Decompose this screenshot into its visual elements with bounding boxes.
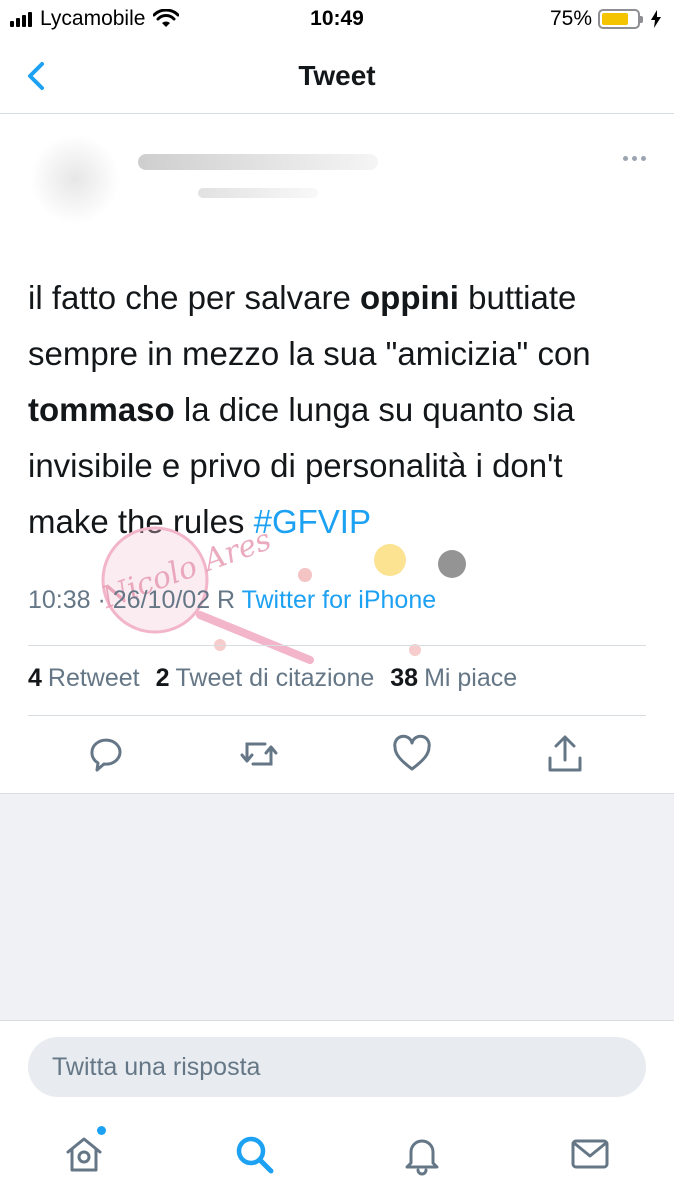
- avatar[interactable]: [30, 134, 120, 224]
- likes-stat[interactable]: 38 Mi piace: [390, 664, 517, 693]
- new-tweets-indicator: [97, 1126, 106, 1135]
- notifications-icon: [405, 1139, 439, 1176]
- author-name-redacted: [138, 154, 378, 170]
- tweet-date: 26/10/02 R: [112, 586, 236, 614]
- more-options-button[interactable]: [623, 156, 646, 161]
- meta-separator: ·: [90, 586, 113, 614]
- reply-input[interactable]: Twitta una risposta: [28, 1037, 646, 1097]
- battery-percent: 75%: [549, 7, 592, 30]
- charging-icon: [651, 10, 661, 28]
- battery-fill: [602, 13, 628, 25]
- status-bar: Lycamobile 10:49 75%: [0, 0, 674, 40]
- replies-area: [0, 793, 674, 1021]
- reply-placeholder: Twitta una risposta: [52, 1052, 261, 1081]
- divider: [28, 715, 646, 716]
- share-icon: [548, 735, 582, 772]
- retweet-icon: [240, 742, 278, 766]
- tab-notifications[interactable]: [400, 1132, 444, 1176]
- more-icon: [623, 156, 628, 161]
- divider: [28, 645, 646, 646]
- tweet-text: il fatto che per salvare oppini buttiate…: [28, 270, 648, 550]
- reply-button[interactable]: [84, 732, 128, 776]
- nav-bar: Tweet: [0, 40, 674, 114]
- share-button[interactable]: [543, 732, 587, 776]
- tab-home[interactable]: [62, 1126, 106, 1176]
- retweets-stat[interactable]: 4 Retweet: [28, 664, 140, 693]
- author-handle-redacted: [198, 188, 318, 198]
- tweet-client-link[interactable]: Twitter for iPhone: [242, 586, 437, 614]
- status-right: 75%: [550, 7, 662, 31]
- search-icon: [236, 1136, 274, 1174]
- like-icon: [393, 734, 431, 771]
- tweet-text-part: il fatto che per salvare: [28, 279, 360, 316]
- page-title: Tweet: [298, 60, 376, 91]
- tweet-author[interactable]: [28, 130, 648, 230]
- battery-icon: [598, 9, 643, 29]
- tweet-time: 10:38: [28, 586, 91, 614]
- reply-icon: [90, 738, 122, 772]
- quotes-stat[interactable]: 2 Tweet di citazione: [156, 664, 375, 693]
- tab-messages[interactable]: [568, 1132, 612, 1176]
- tweet-actions: [0, 732, 674, 782]
- retweet-button[interactable]: [237, 732, 281, 776]
- tweet-stats: 4 Retweet 2 Tweet di citazione 38 Mi piace: [28, 664, 517, 693]
- tweet-bold-word: tommaso: [28, 391, 175, 428]
- tweet-bold-word: oppini: [360, 279, 459, 316]
- messages-icon: [571, 1139, 609, 1169]
- like-button[interactable]: [390, 732, 434, 776]
- tab-search[interactable]: [232, 1132, 276, 1176]
- home-icon: [66, 1137, 102, 1172]
- tweet-meta: 10:38 · 26/10/02 R Twitter for iPhone: [28, 586, 436, 615]
- tab-bar: [0, 1114, 674, 1200]
- hashtag-link[interactable]: #GFVIP: [254, 503, 371, 540]
